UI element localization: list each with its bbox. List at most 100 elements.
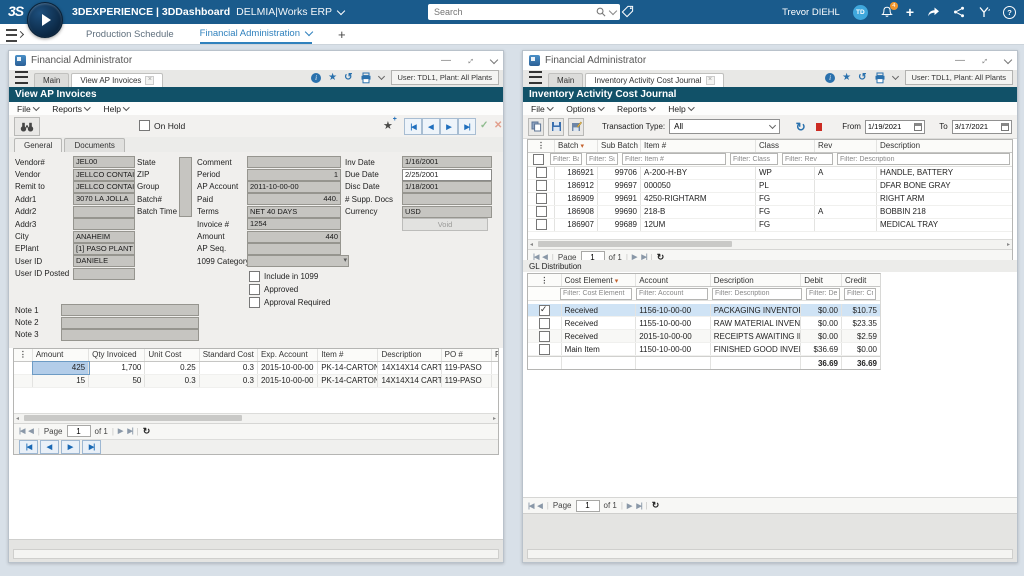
remit-to-field[interactable]: JELLCO CONTAINE bbox=[73, 181, 135, 193]
comment-field[interactable] bbox=[247, 156, 341, 168]
menu-file[interactable]: File bbox=[17, 104, 38, 114]
note2-field[interactable] bbox=[61, 317, 199, 329]
checkbox-icon[interactable] bbox=[249, 297, 260, 308]
next-row-button[interactable] bbox=[61, 440, 80, 454]
history-icon[interactable] bbox=[858, 73, 866, 83]
cell[interactable]: 186909 bbox=[555, 193, 598, 205]
horizontal-scrollbar[interactable]: ◂ ▸ bbox=[14, 413, 498, 423]
filter-class-input[interactable] bbox=[730, 153, 778, 165]
first-row-button[interactable] bbox=[19, 440, 38, 454]
cell[interactable] bbox=[815, 193, 877, 205]
refresh-grid-icon[interactable] bbox=[652, 500, 660, 511]
pager-prev-icon[interactable] bbox=[28, 427, 33, 435]
minimize-icon[interactable] bbox=[955, 55, 965, 66]
void-button[interactable]: Void bbox=[402, 218, 488, 231]
cell[interactable]: 425 bbox=[33, 362, 89, 374]
vendor-number-field[interactable]: JEL00 bbox=[73, 156, 135, 168]
checkbox-icon[interactable] bbox=[139, 120, 150, 131]
cell[interactable]: PACKAGING INVENTORY bbox=[711, 304, 802, 316]
page-number-input[interactable] bbox=[576, 500, 600, 512]
last-record-button[interactable] bbox=[458, 118, 476, 135]
currency-field[interactable]: USD bbox=[402, 206, 492, 218]
row-checkbox[interactable] bbox=[536, 206, 547, 217]
menu-help[interactable]: Help bbox=[668, 104, 693, 114]
info-icon[interactable] bbox=[825, 73, 835, 83]
accept-icon[interactable] bbox=[480, 120, 488, 131]
column-header[interactable]: Reference bbox=[492, 349, 498, 361]
save-button[interactable] bbox=[548, 118, 564, 136]
cell[interactable]: 14X14X14 CARTON bbox=[378, 362, 441, 374]
filter-account-input[interactable] bbox=[636, 288, 708, 300]
cell[interactable]: BOBBIN 218 bbox=[877, 206, 1012, 218]
eplant-field[interactable]: [1] PASO PLANT bbox=[73, 243, 135, 255]
pager-next-icon[interactable] bbox=[118, 427, 123, 435]
tab-production-schedule[interactable]: Production Schedule bbox=[86, 24, 174, 44]
cell[interactable]: 50 bbox=[89, 375, 145, 387]
first-record-button[interactable] bbox=[404, 118, 422, 135]
cell[interactable]: RAW MATERIAL INVENTORY bbox=[711, 317, 802, 329]
cell[interactable]: 000050 bbox=[641, 180, 756, 192]
approval-required-checkbox[interactable]: Approval Required bbox=[249, 297, 330, 308]
pager-prev-icon[interactable] bbox=[537, 502, 542, 510]
terms-field[interactable]: NET 40 DAYS bbox=[247, 206, 341, 218]
printer-icon[interactable] bbox=[874, 72, 886, 84]
row-handle[interactable] bbox=[14, 375, 33, 387]
scroll-left-icon[interactable]: ◂ bbox=[16, 415, 19, 422]
cell[interactable]: 2015-10-00-00 bbox=[258, 362, 318, 374]
disc-date-field[interactable]: 1/18/2001 bbox=[402, 181, 492, 193]
add-content-button[interactable] bbox=[906, 5, 914, 19]
scroll-right-icon[interactable]: ▸ bbox=[1007, 241, 1010, 248]
cell[interactable]: 186921 bbox=[555, 167, 598, 179]
cell[interactable]: 99691 bbox=[598, 193, 641, 205]
close-icon[interactable] bbox=[145, 76, 154, 85]
search-records-button[interactable] bbox=[14, 117, 40, 136]
addr1-field[interactable]: 3070 LA JOLLA bbox=[73, 193, 135, 205]
calendar-icon[interactable] bbox=[1001, 123, 1009, 131]
row-checkbox[interactable] bbox=[539, 344, 550, 355]
tab-main[interactable]: Main bbox=[34, 73, 69, 87]
table-row[interactable]: 186908 99690 218-B FG A BOBBIN 218 bbox=[528, 206, 1012, 219]
tab-general[interactable]: General bbox=[14, 138, 62, 153]
table-row[interactable]: Received 2015-10-00-00 RECEIPTS AWAITING… bbox=[528, 330, 880, 343]
column-header[interactable]: Description bbox=[877, 140, 1012, 152]
table-row[interactable]: 186909 99691 4250-RIGHTARM FG RIGHT ARM bbox=[528, 193, 1012, 206]
column-header[interactable]: Description bbox=[711, 274, 802, 286]
table-row[interactable]: 186912 99697 000050 PL DFAR BONE GRAY bbox=[528, 180, 1012, 193]
ap-account-field[interactable]: 2011-10-00-00 bbox=[247, 181, 341, 193]
user-name[interactable]: Trevor DIEHL bbox=[782, 7, 840, 18]
cell[interactable]: 0.3 bbox=[200, 375, 258, 387]
cell[interactable]: FG bbox=[756, 193, 815, 205]
checkbox-icon[interactable] bbox=[249, 271, 260, 282]
maximize-icon[interactable] bbox=[465, 55, 475, 66]
approved-checkbox[interactable]: Approved bbox=[249, 284, 298, 295]
filter-batch-input[interactable] bbox=[550, 153, 582, 165]
pager-first-icon[interactable] bbox=[528, 502, 533, 510]
next-record-button[interactable] bbox=[440, 118, 458, 135]
column-header[interactable]: Standard Cost bbox=[200, 349, 258, 361]
table-row[interactable]: Main Item 1150-10-00-00 FINISHED GOOD IN… bbox=[528, 343, 880, 356]
cell[interactable]: PK-14-CARTON bbox=[318, 375, 378, 387]
filter-debit-input[interactable] bbox=[806, 288, 840, 300]
notifications-button[interactable]: 4 bbox=[881, 6, 893, 18]
user-id-posted-field[interactable] bbox=[73, 268, 135, 280]
cell[interactable]: 14X14X14 CARTON bbox=[378, 375, 441, 387]
column-header[interactable]: Debit bbox=[801, 274, 842, 286]
column-header[interactable]: Rev bbox=[815, 140, 877, 152]
save-edit-button[interactable] bbox=[568, 118, 584, 136]
menu-file[interactable]: File bbox=[531, 104, 552, 114]
search-input[interactable] bbox=[432, 6, 592, 18]
refresh-icon[interactable] bbox=[796, 120, 806, 134]
table-row[interactable]: 186907 99689 12UM FG MEDICAL TRAY bbox=[528, 219, 1012, 232]
column-header-sorted[interactable]: Cost Element bbox=[562, 274, 637, 286]
filter-description-input[interactable] bbox=[837, 153, 1010, 165]
tab-financial-administration[interactable]: Financial Administration bbox=[200, 24, 312, 44]
amount-field[interactable]: 440 bbox=[247, 231, 341, 243]
cell[interactable]: 119-PASO bbox=[442, 362, 492, 374]
swym-button[interactable] bbox=[978, 6, 990, 18]
tab-view-ap-invoices[interactable]: View AP Invoices bbox=[71, 73, 163, 88]
column-header[interactable]: Item # bbox=[641, 140, 756, 152]
pager-next-icon[interactable] bbox=[627, 502, 632, 510]
cell[interactable]: 15 bbox=[33, 375, 89, 387]
column-header[interactable]: Qty Invoiced bbox=[89, 349, 145, 361]
column-header[interactable]: Account bbox=[636, 274, 711, 286]
